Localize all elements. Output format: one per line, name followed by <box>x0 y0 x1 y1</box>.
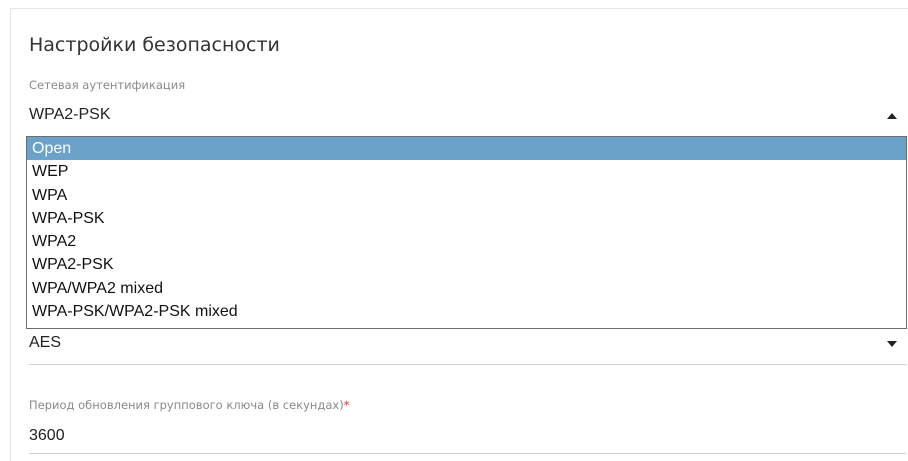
auth-option-open[interactable]: Open <box>27 137 906 161</box>
auth-select-value[interactable]: WPA2-PSK <box>29 106 111 124</box>
rekey-input[interactable]: 3600 <box>29 427 65 445</box>
auth-option-wpa-wpa2-mixed[interactable]: WPA/WPA2 mixed <box>27 277 906 300</box>
chevron-up-icon[interactable] <box>887 113 897 119</box>
encryption-underline <box>29 364 906 365</box>
auth-option-wep[interactable]: WEP <box>27 160 906 183</box>
auth-option-wpa-psk[interactable]: WPA-PSK <box>27 207 906 230</box>
rekey-underline <box>29 453 906 454</box>
section-title: Настройки безопасности <box>29 34 280 56</box>
chevron-down-icon[interactable] <box>887 341 897 347</box>
auth-options-list[interactable]: Open WEP WPA WPA-PSK WPA2 WPA2-PSK WPA/W… <box>26 136 907 329</box>
auth-option-wpa-psk-wpa2-psk-mixed[interactable]: WPA-PSK/WPA2-PSK mixed <box>27 300 906 323</box>
auth-label: Сетевая аутентификация <box>29 78 186 92</box>
auth-option-wpa[interactable]: WPA <box>27 184 906 207</box>
auth-option-wpa2-psk[interactable]: WPA2-PSK <box>27 253 906 276</box>
encryption-select-value[interactable]: AES <box>29 334 61 352</box>
required-mark: * <box>343 398 350 412</box>
auth-option-wpa2[interactable]: WPA2 <box>27 230 906 253</box>
rekey-label: Период обновления группового ключа (в се… <box>29 398 350 412</box>
